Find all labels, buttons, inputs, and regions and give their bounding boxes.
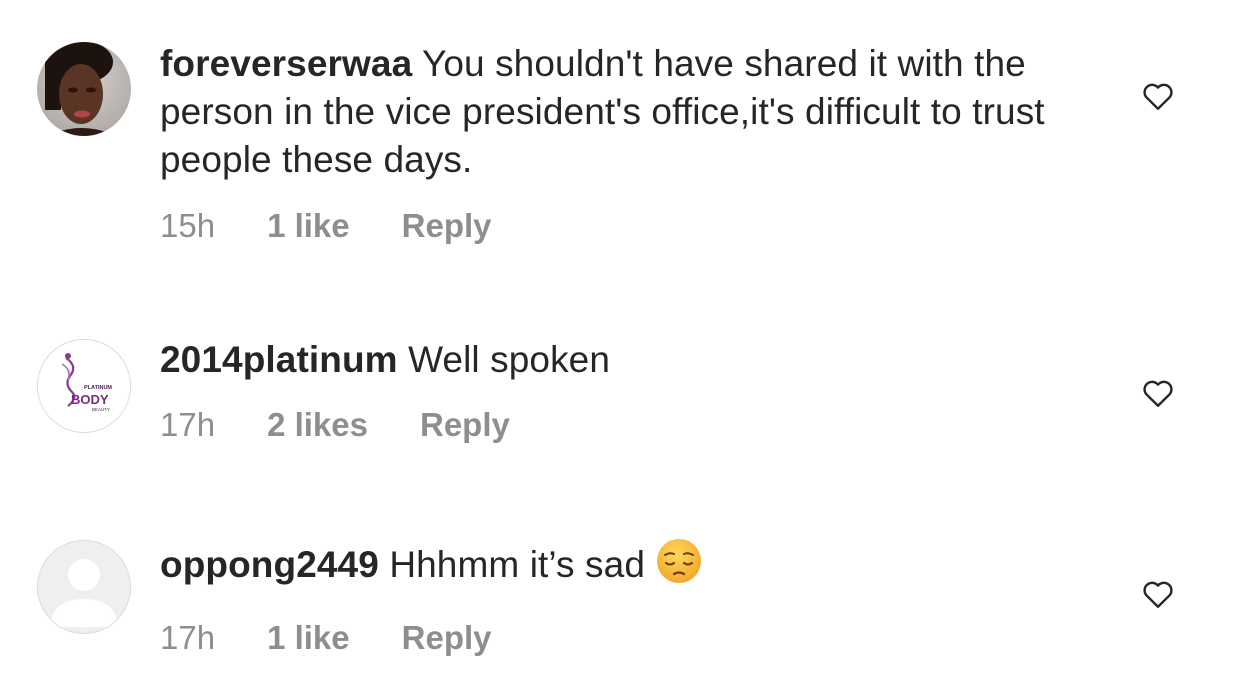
default-avatar-icon bbox=[38, 541, 130, 633]
comment-meta: 17h 1 like Reply bbox=[160, 619, 1080, 657]
comment-username[interactable]: foreverserwaa bbox=[160, 43, 412, 84]
comment-body: Well spoken bbox=[408, 339, 611, 380]
svg-text:PLATINUM: PLATINUM bbox=[84, 385, 112, 391]
comment-text: oppong2449 Hhhmm it’s sad bbox=[160, 537, 1080, 597]
svg-text:BEAUTY: BEAUTY bbox=[92, 407, 110, 412]
avatar[interactable]: PLATINUM BODY BEAUTY bbox=[37, 339, 131, 433]
platinum-body-beauty-logo-icon: PLATINUM BODY BEAUTY bbox=[38, 340, 130, 432]
reply-button[interactable]: Reply bbox=[402, 207, 492, 245]
comment-text: foreverserwaa You shouldn't have shared … bbox=[160, 40, 1080, 184]
heart-icon[interactable] bbox=[1140, 78, 1176, 114]
reply-button[interactable]: Reply bbox=[402, 619, 492, 657]
comment-body: Hhhmm it’s sad bbox=[389, 544, 645, 585]
avatar[interactable] bbox=[37, 540, 131, 634]
comment-meta: 15h 1 like Reply bbox=[160, 207, 1080, 245]
comment-username[interactable]: oppong2449 bbox=[160, 544, 379, 585]
heart-icon[interactable] bbox=[1140, 576, 1176, 612]
reply-button[interactable]: Reply bbox=[420, 406, 510, 444]
comment-timestamp: 15h bbox=[160, 207, 216, 244]
comment-meta: 17h 2 likes Reply bbox=[160, 406, 1080, 444]
comment-timestamp: 17h bbox=[160, 406, 216, 443]
pensive-face-emoji-icon bbox=[655, 537, 703, 597]
comment-timestamp: 17h bbox=[160, 619, 216, 656]
comment-text: 2014platinum Well spoken bbox=[160, 336, 1080, 384]
svg-text:BODY: BODY bbox=[71, 392, 109, 407]
avatar[interactable] bbox=[37, 42, 131, 136]
comment-likes-count[interactable]: 2 likes bbox=[267, 406, 368, 444]
comment-likes-count[interactable]: 1 like bbox=[267, 619, 350, 657]
comment-likes-count[interactable]: 1 like bbox=[267, 207, 350, 245]
profile-photo-icon bbox=[37, 42, 131, 136]
heart-icon[interactable] bbox=[1140, 375, 1176, 411]
comment-username[interactable]: 2014platinum bbox=[160, 339, 398, 380]
